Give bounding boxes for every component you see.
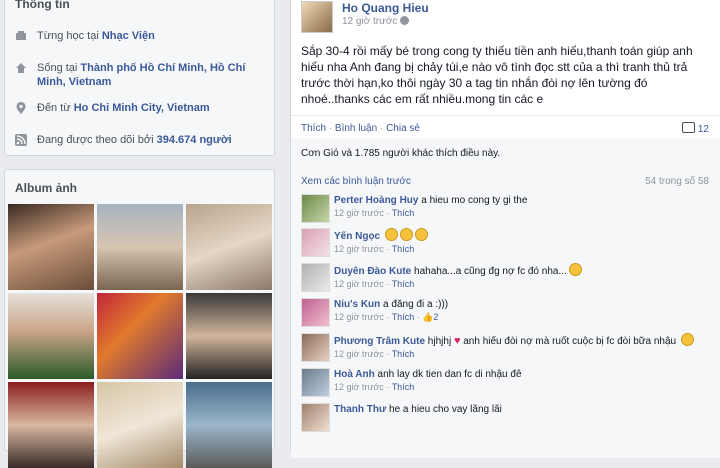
post-actions: Thích · Bình luận · Chia sẻ 12 [291, 115, 720, 138]
smiley-icon [568, 263, 582, 276]
smiley-icon [414, 228, 428, 241]
comment-like-button[interactable]: Thích [392, 382, 415, 392]
commenter-name[interactable]: Thanh Thư [334, 404, 386, 415]
likes-summary[interactable]: Cơn Gió và 1.785 người khác thích điều n… [301, 148, 500, 159]
comment-like-button[interactable]: Thích [392, 208, 415, 218]
from-link[interactable]: Ho Chi Minh City, Vietnam [74, 102, 210, 114]
info-title: Thông tin [15, 0, 70, 11]
comment-likes-count[interactable]: 👍2 [422, 312, 438, 322]
comment-like-button[interactable]: Thích [392, 349, 415, 359]
rss-icon [15, 134, 27, 146]
followers-link[interactable]: 394.674 người [157, 134, 232, 146]
commenter-name[interactable]: Hoà Anh [334, 369, 375, 380]
smiley-icon [680, 333, 694, 346]
education-icon [16, 31, 26, 40]
comment-count[interactable]: 12 [681, 122, 709, 135]
comment-like-button[interactable]: Thích [392, 279, 415, 289]
comment-like-button[interactable]: Thích [392, 244, 415, 254]
education-link[interactable]: Nhạc Viện [102, 30, 155, 42]
album-photo[interactable] [97, 293, 183, 379]
like-button[interactable]: Thích [301, 123, 326, 134]
album-box: Album ảnh [4, 169, 275, 468]
post-text: Sắp 30-4 rồi mấy bé trong cong ty thiếu … [301, 44, 693, 106]
commenter-name[interactable]: Phương Trâm Kute [334, 336, 425, 347]
album-photo[interactable] [186, 204, 272, 290]
comment-like-button[interactable]: Thích [392, 312, 415, 322]
album-photo[interactable] [8, 293, 94, 379]
commenter-name[interactable]: Yến Ngọc [334, 231, 380, 242]
commenter-name[interactable]: Niu's Kun [334, 299, 380, 310]
album-photo[interactable] [186, 293, 272, 379]
album-photo[interactable] [186, 382, 272, 468]
commenter-name[interactable]: Perter Hoàng Huy [334, 195, 418, 206]
comment-button[interactable]: Bình luận [335, 123, 377, 134]
album-photo[interactable] [97, 382, 183, 468]
view-previous-comments[interactable]: Xem các bình luận trước [301, 176, 411, 187]
post-author[interactable]: Ho Quang Hieu [342, 1, 429, 15]
album-title: Album ảnh [15, 181, 77, 195]
smiley-icon [399, 228, 413, 241]
smiley-icon [384, 228, 398, 241]
commenter-avatar[interactable] [301, 263, 330, 292]
commenter-avatar[interactable] [301, 333, 330, 362]
share-button[interactable]: Chia sẻ [386, 123, 420, 134]
home-icon [16, 63, 26, 73]
commenter-avatar[interactable] [301, 298, 330, 327]
commenter-avatar[interactable] [301, 368, 330, 397]
location-icon [16, 102, 26, 114]
info-box: Thông tin Từng học tại Nhạc Viện Sống tạ… [4, 0, 275, 156]
author-avatar[interactable] [301, 1, 333, 33]
commenter-name[interactable]: Duyên Đào Kute [334, 266, 411, 277]
comment-pager: 54 trong số 58 [645, 176, 709, 187]
album-photo[interactable] [8, 382, 94, 468]
commenter-avatar[interactable] [301, 403, 330, 432]
album-photo[interactable] [97, 204, 183, 290]
album-photo[interactable] [8, 204, 94, 290]
post-timestamp[interactable]: 12 giờ trước [342, 16, 410, 27]
commenter-avatar[interactable] [301, 194, 330, 223]
globe-icon [400, 16, 410, 25]
comment-icon [681, 122, 695, 133]
commenter-avatar[interactable] [301, 228, 330, 257]
comments-section: Cơn Gió và 1.785 người khác thích điều n… [291, 138, 720, 458]
post-card: Ho Quang Hieu 12 giờ trước Sắp 30-4 rồi … [290, 0, 720, 458]
